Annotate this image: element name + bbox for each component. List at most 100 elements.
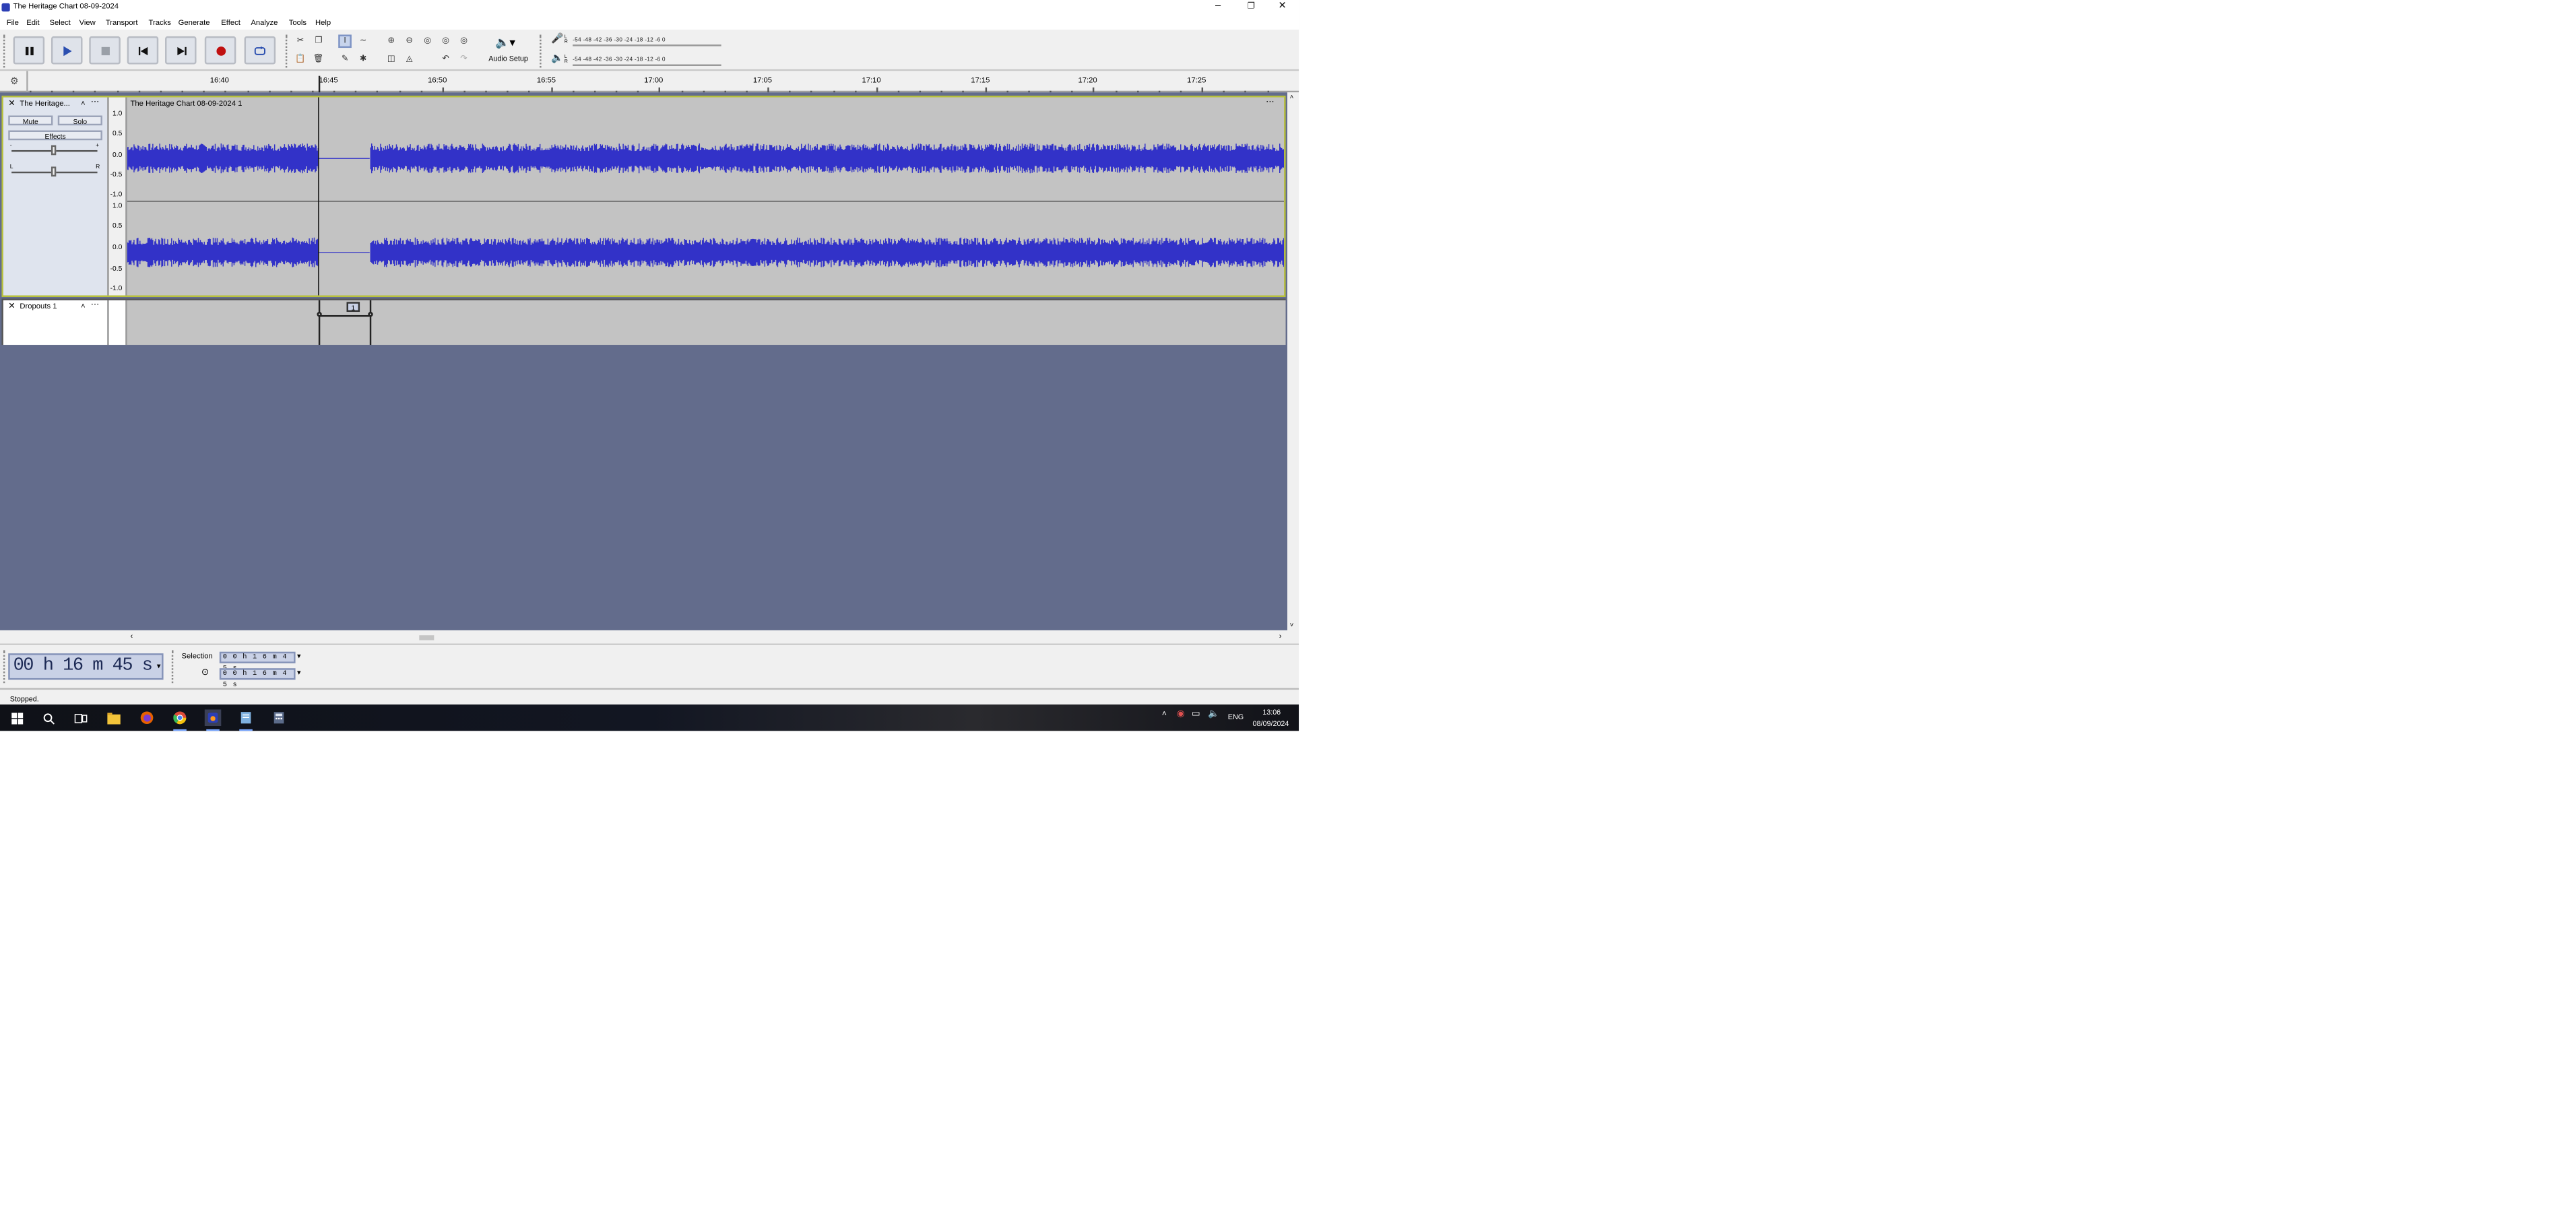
record-meter[interactable]: 🎤 L R -54 -48 -42 -36 -30 -24 -18 -12 -6… xyxy=(550,33,734,46)
horizontal-scroll-thumb[interactable] xyxy=(419,635,434,640)
timeline-tick xyxy=(442,87,443,93)
time-format-dropdown-icon[interactable]: ▾ xyxy=(157,661,161,671)
zoom-toggle-icon[interactable]: ◎ xyxy=(457,34,471,48)
menu-file[interactable]: File xyxy=(7,18,19,26)
playhead-marker[interactable] xyxy=(317,75,319,93)
menu-analyze[interactable]: Analyze xyxy=(251,18,278,26)
loop-button[interactable] xyxy=(244,36,276,65)
horizontal-scrollbar[interactable]: ‹ › xyxy=(0,632,1299,644)
label-track-menu-icon[interactable]: ⋯ xyxy=(91,300,99,310)
solo-button[interactable]: Solo xyxy=(57,115,102,125)
label-track-name[interactable]: Dropouts 1 xyxy=(20,302,57,310)
label-left-handle[interactable] xyxy=(316,312,321,317)
record-icon xyxy=(216,45,225,55)
multi-tool-icon[interactable]: ✱ xyxy=(356,53,370,66)
skip-to-end-button[interactable] xyxy=(165,36,197,65)
selection-mode-icon[interactable]: ⊙ xyxy=(201,668,209,678)
tools-grip[interactable] xyxy=(285,34,288,68)
gain-slider[interactable] xyxy=(51,145,57,156)
tray-app-icon[interactable]: ◉ xyxy=(1177,710,1185,720)
language-indicator[interactable]: ENG xyxy=(1228,713,1244,721)
pan-slider[interactable] xyxy=(51,166,57,177)
label-right-handle[interactable] xyxy=(367,312,373,317)
track-menu-icon[interactable]: ⋯ xyxy=(91,98,99,108)
undo-icon[interactable]: ↶ xyxy=(439,53,453,66)
meter-grip[interactable] xyxy=(540,34,542,68)
paste-icon[interactable]: 📋 xyxy=(294,53,307,66)
audacity-taskbar-icon[interactable] xyxy=(204,709,222,726)
search-icon[interactable] xyxy=(40,710,57,727)
vertical-scrollbar[interactable]: ˄ ˅ xyxy=(1287,92,1299,632)
track-name-button[interactable]: The Heritage... xyxy=(20,100,69,108)
scroll-down-icon[interactable]: ˅ xyxy=(1290,620,1294,628)
selection-end-dropdown-icon[interactable]: ▾ xyxy=(297,668,300,678)
redo-icon[interactable]: ↷ xyxy=(457,53,471,66)
close-label-track-icon[interactable]: ✕ xyxy=(8,302,15,312)
fit-project-icon[interactable]: ◎ xyxy=(439,34,453,48)
fit-selection-icon[interactable]: ◎ xyxy=(421,34,434,48)
selection-tool-icon[interactable]: I xyxy=(338,34,352,48)
scroll-right-icon[interactable]: › xyxy=(1279,632,1282,640)
cut-icon[interactable]: ✂ xyxy=(294,34,307,48)
label-track-body[interactable]: 1 xyxy=(127,300,1286,345)
menu-transport[interactable]: Transport xyxy=(106,18,138,26)
zoom-out-icon[interactable]: ⊖ xyxy=(403,34,416,48)
stop-button[interactable] xyxy=(89,36,121,65)
clock-time[interactable]: 13:06 xyxy=(1262,708,1281,716)
time-display[interactable]: 00 h 16 m 45 s xyxy=(8,653,164,680)
start-button[interactable] xyxy=(8,710,25,727)
label-text-box[interactable]: 1 xyxy=(346,302,360,312)
scroll-up-icon[interactable]: ˄ xyxy=(1290,92,1294,100)
timeline-ruler[interactable]: ⚙ 16:40 16:45 16:50 16:55 17:00 17:05 17… xyxy=(0,71,1299,93)
delete-icon[interactable]: 🗑 xyxy=(312,53,325,66)
toolbar-grip[interactable] xyxy=(3,34,6,68)
menu-tracks[interactable]: Tracks xyxy=(149,18,171,26)
calculator-icon[interactable] xyxy=(271,710,288,727)
collapse-track-icon[interactable]: ˄ xyxy=(81,99,86,107)
volume-icon[interactable]: 🔈 xyxy=(1208,710,1219,720)
effects-button[interactable]: Effects xyxy=(8,130,102,140)
menu-effect[interactable]: Effect xyxy=(221,18,240,26)
close-track-icon[interactable]: ✕ xyxy=(8,99,15,109)
close-window-button[interactable]: ✕ xyxy=(1266,0,1299,15)
speaker-icon[interactable]: 🔈▾ xyxy=(495,36,515,49)
firefox-icon[interactable] xyxy=(139,710,156,727)
mute-button[interactable]: Mute xyxy=(8,115,53,125)
timeline-label: 16:40 xyxy=(210,75,229,84)
trim-icon[interactable]: ◫ xyxy=(385,53,398,66)
show-hidden-icons[interactable]: ˄ xyxy=(1162,710,1167,720)
record-meter-scale: -54 -48 -42 -36 -30 -24 -18 -12 -6 0 xyxy=(573,35,666,42)
menu-tools[interactable]: Tools xyxy=(289,18,307,26)
audio-setup-button[interactable]: Audio Setup xyxy=(488,55,528,63)
audio-clip[interactable]: The Heritage Chart 08-09-2024 1 ⋯ xyxy=(127,97,1285,296)
record-button[interactable] xyxy=(204,36,236,65)
amplitude-ruler[interactable]: 1.0 0.5 0.0 -0.5 -1.0 1.0 0.5 0.0 -0.5 -… xyxy=(107,97,127,296)
playback-meter[interactable]: 🔈 L R -54 -48 -42 -36 -30 -24 -18 -12 -6… xyxy=(550,53,734,66)
menu-generate[interactable]: Generate xyxy=(179,18,210,26)
chrome-icon[interactable] xyxy=(172,710,189,727)
pause-button[interactable] xyxy=(13,36,45,65)
selection-end-field[interactable]: 0 0 h 1 6 m 4 5 s xyxy=(219,668,296,689)
selection-start-field[interactable]: 0 0 h 1 6 m 4 5 s xyxy=(219,651,296,672)
play-button[interactable] xyxy=(51,36,83,65)
menu-select[interactable]: Select xyxy=(50,18,71,26)
file-explorer-icon[interactable] xyxy=(106,710,123,727)
collapse-label-track-icon[interactable]: ˄ xyxy=(81,302,86,310)
zoom-in-icon[interactable]: ⊕ xyxy=(385,34,398,48)
scroll-left-icon[interactable]: ‹ xyxy=(131,632,133,640)
skip-to-start-button[interactable] xyxy=(127,36,159,65)
clock-date[interactable]: 08/09/2024 xyxy=(1253,719,1289,727)
app-taskbar-icon[interactable] xyxy=(238,710,255,727)
network-icon[interactable]: ▭ xyxy=(1192,710,1200,720)
menu-help[interactable]: Help xyxy=(315,18,331,26)
maximize-button[interactable]: ❐ xyxy=(1235,0,1268,15)
minimize-button[interactable]: – xyxy=(1202,0,1235,15)
silence-icon[interactable]: ◬ xyxy=(403,53,416,66)
selection-start-dropdown-icon[interactable]: ▾ xyxy=(297,652,300,662)
menu-edit[interactable]: Edit xyxy=(26,18,39,26)
copy-icon[interactable]: ❐ xyxy=(312,34,325,48)
draw-tool-icon[interactable]: ✎ xyxy=(338,53,352,66)
envelope-tool-icon[interactable]: ∼ xyxy=(356,34,370,48)
menu-view[interactable]: View xyxy=(79,18,96,26)
task-view-icon[interactable] xyxy=(73,710,90,727)
